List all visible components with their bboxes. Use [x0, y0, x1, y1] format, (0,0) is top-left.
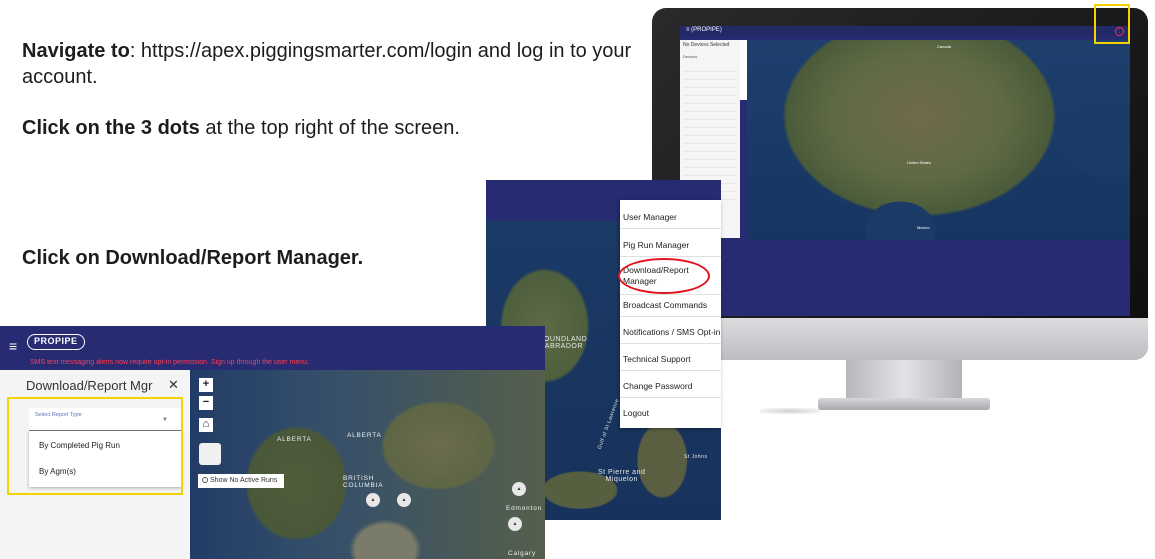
show-no-active-runs-toggle[interactable]: Show No Active Runs	[198, 474, 284, 488]
menu-item-notifications[interactable]: Notifications / SMS Opt-in	[623, 327, 720, 337]
menu-map-label: Gulf of St Lawrence	[596, 397, 621, 451]
screen-logo: ≡ (PROPIPE)	[686, 27, 722, 33]
monitor-chin	[652, 318, 1148, 360]
menu-divider	[620, 316, 721, 317]
menu-item-change-password[interactable]: Change Password	[623, 381, 692, 391]
rm-topbar: ≡ PROPIPE SMS text messaging alerts now …	[0, 326, 545, 370]
menu-divider	[620, 294, 721, 295]
menu-divider	[620, 256, 721, 257]
map-pin-icon[interactable]: ▲	[512, 482, 526, 496]
step-navigate-label: Navigate to	[22, 40, 130, 62]
show-no-active-runs-label: Show No Active Runs	[210, 477, 278, 484]
monitor-base	[818, 398, 990, 410]
screen-panel-head: Devices	[683, 54, 698, 59]
panel-title: Download/Report Mgr	[26, 378, 153, 393]
screen-map-label: Canada	[937, 44, 952, 49]
radio-icon	[202, 477, 208, 483]
screen-map: Canada United States Mexico	[747, 40, 1130, 240]
map-label-alberta: ALBERTA	[347, 432, 382, 439]
map-label-edmonton: Edmonton	[506, 505, 543, 512]
map-label-alberta: ALBERTA	[277, 436, 312, 443]
close-icon[interactable]: ✕	[168, 377, 179, 393]
monitor-shadow	[760, 408, 820, 414]
home-icon[interactable]: ⌂	[199, 418, 213, 432]
zoom-in-button[interactable]: +	[199, 378, 213, 392]
screen-panel-title: No Devices Selected	[683, 42, 730, 48]
step-dots-rest: at the top right of the screen.	[199, 117, 460, 139]
map-pin-icon[interactable]: ▲	[366, 493, 380, 507]
hamburger-menu-icon[interactable]: ≡	[9, 338, 17, 354]
step-navigate-text: Navigate to: https://apex.piggingsmarter…	[22, 38, 662, 90]
map-pin-icon[interactable]: ▲	[508, 517, 522, 531]
menu-item-user-manager[interactable]: User Manager	[623, 212, 677, 222]
screen-map-controls	[740, 40, 747, 100]
step-report-manager-text: Click on Download/Report Manager.	[22, 247, 364, 269]
user-menu: User Manager Pig Run Manager Download/Re…	[620, 200, 721, 428]
menu-divider	[620, 343, 721, 344]
download-report-circle-highlight	[618, 258, 710, 294]
step-dots-text: Click on the 3 dots at the top right of …	[22, 115, 662, 141]
rm-map[interactable]: ALBERTA ALBERTA BRITISH COLUMBIA Calgary…	[190, 370, 545, 559]
menu-map-label: St Johns	[684, 454, 708, 460]
menu-divider	[620, 397, 721, 398]
layers-icon[interactable]	[199, 443, 221, 465]
map-label-calgary: Calgary	[508, 550, 536, 557]
three-dots-highlight	[1094, 4, 1130, 44]
menu-map-label: St Pierre and Miquelon	[598, 469, 646, 483]
menu-item-technical-support[interactable]: Technical Support	[623, 354, 691, 364]
screen-topbar: ≡ (PROPIPE)	[680, 26, 1130, 36]
sms-alert-banner: SMS text messaging alerts now require op…	[30, 359, 309, 366]
menu-item-pig-run-manager[interactable]: Pig Run Manager	[623, 240, 689, 250]
three-dots-icon[interactable]: ⋮	[1115, 27, 1124, 36]
screen-map-label: United States	[907, 160, 932, 165]
menu-divider	[620, 228, 721, 229]
report-type-highlight	[7, 397, 183, 495]
map-pin-icon[interactable]: ▲	[397, 493, 411, 507]
screen-map-label: Mexico	[917, 225, 930, 230]
step-dots-label: Click on the 3 dots	[22, 117, 200, 139]
monitor-screen: ≡ (PROPIPE) No Devices Selected Devices …	[680, 26, 1130, 316]
menu-item-logout[interactable]: Logout	[623, 408, 649, 418]
menu-item-broadcast-commands[interactable]: Broadcast Commands	[623, 300, 707, 310]
propipe-logo: PROPIPE	[27, 334, 85, 350]
menu-divider	[620, 370, 721, 371]
map-label-british-columbia: BRITISH COLUMBIA	[343, 475, 384, 489]
zoom-out-button[interactable]: −	[199, 396, 213, 410]
